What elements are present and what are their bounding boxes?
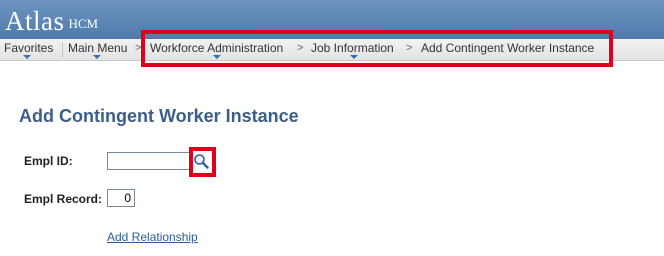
empl-record-input[interactable]: [107, 189, 135, 207]
add-relationship-link[interactable]: Add Relationship: [107, 230, 198, 244]
favorites-dropdown-icon[interactable]: [23, 55, 31, 59]
lookup-highlight-box: [189, 147, 216, 177]
empl-record-label: Empl Record:: [24, 192, 103, 206]
empl-id-label: Empl ID:: [24, 154, 73, 168]
app-subtitle: HCM: [68, 16, 99, 31]
app-brand: Atlas HCM: [5, 6, 98, 37]
page-title: Add Contingent Worker Instance: [19, 106, 299, 126]
empl-id-input[interactable]: [107, 152, 190, 170]
breadcrumb-highlight-box: [141, 30, 613, 67]
main-menu-dropdown-icon[interactable]: [93, 55, 101, 59]
nav-divider: [62, 42, 63, 57]
app-name: Atlas: [5, 6, 65, 36]
